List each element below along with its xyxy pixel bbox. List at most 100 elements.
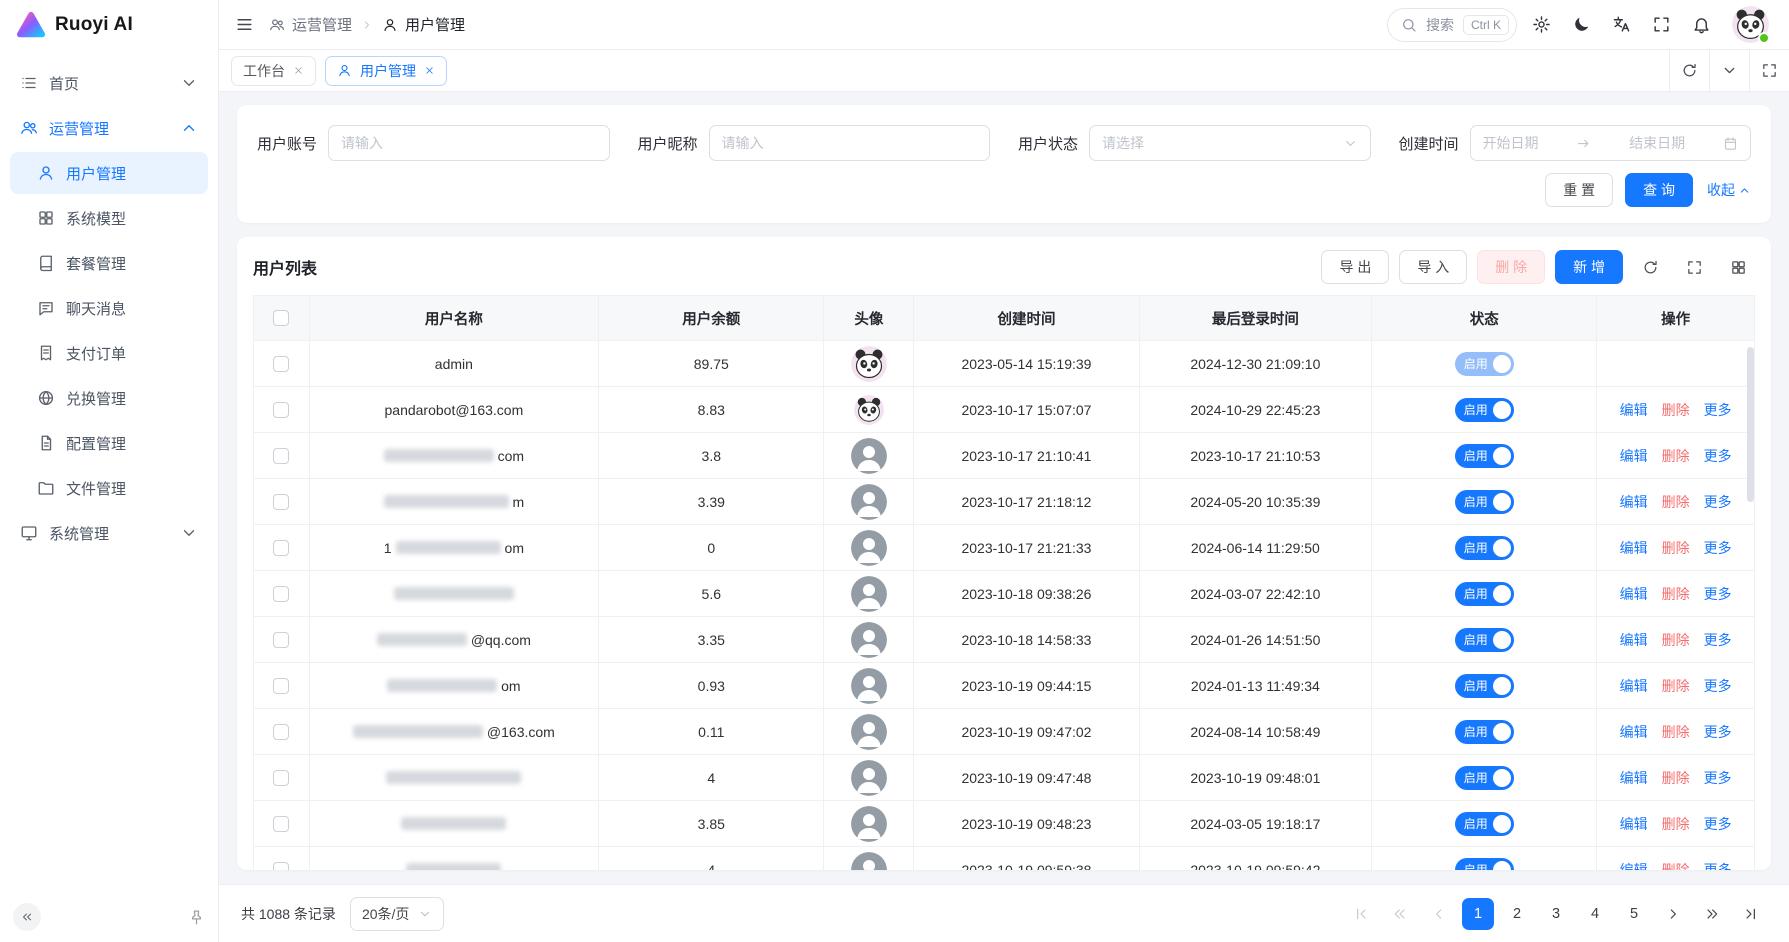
nickname-input[interactable]	[709, 125, 990, 161]
sidebar-subitem-system-model[interactable]: 系统模型	[10, 197, 208, 239]
status-toggle[interactable]: 启用	[1455, 766, 1514, 790]
status-toggle[interactable]: 启用	[1455, 674, 1514, 698]
refresh-tab-icon[interactable]	[1669, 50, 1709, 91]
row-checkbox[interactable]	[273, 356, 289, 372]
more-link[interactable]: 更多	[1704, 402, 1732, 418]
breadcrumb-item-user-management[interactable]: 用户管理	[382, 14, 465, 35]
edit-link[interactable]: 编辑	[1620, 816, 1648, 832]
import-button[interactable]: 导 入	[1399, 250, 1467, 284]
delete-link[interactable]: 删除	[1662, 586, 1690, 602]
delete-link[interactable]: 删除	[1662, 632, 1690, 648]
row-checkbox[interactable]	[273, 402, 289, 418]
sidebar-subitem-user-management[interactable]: 用户管理	[10, 152, 208, 194]
user-avatar-menu[interactable]	[1732, 6, 1769, 43]
status-toggle[interactable]: 启用	[1455, 352, 1514, 376]
more-link[interactable]: 更多	[1704, 770, 1732, 786]
select-all-checkbox[interactable]	[273, 310, 289, 326]
edit-link[interactable]: 编辑	[1620, 448, 1648, 464]
delete-link[interactable]: 删除	[1662, 402, 1690, 418]
edit-link[interactable]: 编辑	[1620, 678, 1648, 694]
sidebar-subitem-config-management[interactable]: 配置管理	[10, 422, 208, 464]
page-prev-button[interactable]	[1423, 898, 1455, 930]
export-button[interactable]: 导 出	[1321, 250, 1389, 284]
more-link[interactable]: 更多	[1704, 586, 1732, 602]
dark-mode-moon-icon[interactable]	[1572, 15, 1591, 34]
pin-icon[interactable]	[188, 909, 205, 926]
edit-link[interactable]: 编辑	[1620, 862, 1648, 871]
more-link[interactable]: 更多	[1704, 540, 1732, 556]
status-select[interactable]: 请选择	[1089, 125, 1370, 161]
page-next2-button[interactable]	[1696, 898, 1728, 930]
more-link[interactable]: 更多	[1704, 632, 1732, 648]
edit-link[interactable]: 编辑	[1620, 770, 1648, 786]
menu-toggle-icon[interactable]	[235, 15, 254, 34]
page-number-button[interactable]: 3	[1540, 898, 1572, 930]
fullscreen-icon[interactable]	[1652, 15, 1671, 34]
tab-user-management[interactable]: 用户管理	[325, 56, 447, 86]
notification-bell-icon[interactable]	[1692, 15, 1711, 34]
status-toggle[interactable]: 启用	[1455, 536, 1514, 560]
column-settings-icon[interactable]	[1721, 250, 1755, 284]
delete-link[interactable]: 删除	[1662, 678, 1690, 694]
add-button[interactable]: 新 增	[1555, 250, 1623, 284]
page-last-button[interactable]	[1735, 898, 1767, 930]
delete-link[interactable]: 删除	[1662, 770, 1690, 786]
row-checkbox[interactable]	[273, 586, 289, 602]
global-search-button[interactable]: 搜索 Ctrl K	[1387, 8, 1517, 42]
more-link[interactable]: 更多	[1704, 862, 1732, 871]
more-link[interactable]: 更多	[1704, 816, 1732, 832]
edit-link[interactable]: 编辑	[1620, 402, 1648, 418]
tab-menu-chevron-down-icon[interactable]	[1709, 50, 1749, 91]
edit-link[interactable]: 编辑	[1620, 540, 1648, 556]
more-link[interactable]: 更多	[1704, 678, 1732, 694]
status-toggle[interactable]: 启用	[1455, 444, 1514, 468]
sidebar-item-system-management[interactable]: 系统管理	[10, 512, 208, 554]
status-toggle[interactable]: 启用	[1455, 582, 1514, 606]
edit-link[interactable]: 编辑	[1620, 586, 1648, 602]
row-checkbox[interactable]	[273, 724, 289, 740]
status-toggle[interactable]: 启用	[1455, 812, 1514, 836]
reset-button[interactable]: 重 置	[1545, 173, 1613, 207]
row-checkbox[interactable]	[273, 816, 289, 832]
settings-icon[interactable]	[1532, 15, 1551, 34]
table-scrollbar[interactable]	[1747, 347, 1754, 502]
content-fullscreen-icon[interactable]	[1749, 50, 1789, 91]
sidebar-item-home[interactable]: 首页	[10, 62, 208, 104]
delete-button[interactable]: 删 除	[1477, 250, 1545, 284]
delete-link[interactable]: 删除	[1662, 448, 1690, 464]
delete-link[interactable]: 删除	[1662, 494, 1690, 510]
page-number-button[interactable]: 2	[1501, 898, 1533, 930]
page-number-button[interactable]: 4	[1579, 898, 1611, 930]
row-checkbox[interactable]	[273, 494, 289, 510]
sidebar-collapse-button[interactable]	[13, 903, 41, 931]
status-toggle[interactable]: 启用	[1455, 628, 1514, 652]
sidebar-subitem-package-management[interactable]: 套餐管理	[10, 242, 208, 284]
breadcrumb-item-operations[interactable]: 运营管理	[269, 14, 352, 35]
sidebar-subitem-payment-orders[interactable]: 支付订单	[10, 332, 208, 374]
table-fullscreen-icon[interactable]	[1677, 250, 1711, 284]
refresh-table-icon[interactable]	[1633, 250, 1667, 284]
tab-workbench[interactable]: 工作台	[231, 56, 316, 86]
edit-link[interactable]: 编辑	[1620, 632, 1648, 648]
row-checkbox[interactable]	[273, 862, 289, 870]
page-number-button[interactable]: 1	[1462, 898, 1494, 930]
delete-link[interactable]: 删除	[1662, 540, 1690, 556]
row-checkbox[interactable]	[273, 770, 289, 786]
close-tab-icon[interactable]	[293, 65, 304, 76]
more-link[interactable]: 更多	[1704, 448, 1732, 464]
status-toggle[interactable]: 启用	[1455, 720, 1514, 744]
row-checkbox[interactable]	[273, 632, 289, 648]
row-checkbox[interactable]	[273, 540, 289, 556]
edit-link[interactable]: 编辑	[1620, 724, 1648, 740]
delete-link[interactable]: 删除	[1662, 862, 1690, 871]
row-checkbox[interactable]	[273, 678, 289, 694]
sidebar-subitem-exchange-management[interactable]: 兑换管理	[10, 377, 208, 419]
page-prev2-button[interactable]	[1384, 898, 1416, 930]
page-size-select[interactable]: 20条/页	[350, 897, 444, 931]
more-link[interactable]: 更多	[1704, 494, 1732, 510]
translate-icon[interactable]	[1612, 15, 1631, 34]
query-button[interactable]: 查 询	[1625, 173, 1693, 207]
more-link[interactable]: 更多	[1704, 724, 1732, 740]
edit-link[interactable]: 编辑	[1620, 494, 1648, 510]
close-tab-icon[interactable]	[424, 65, 435, 76]
